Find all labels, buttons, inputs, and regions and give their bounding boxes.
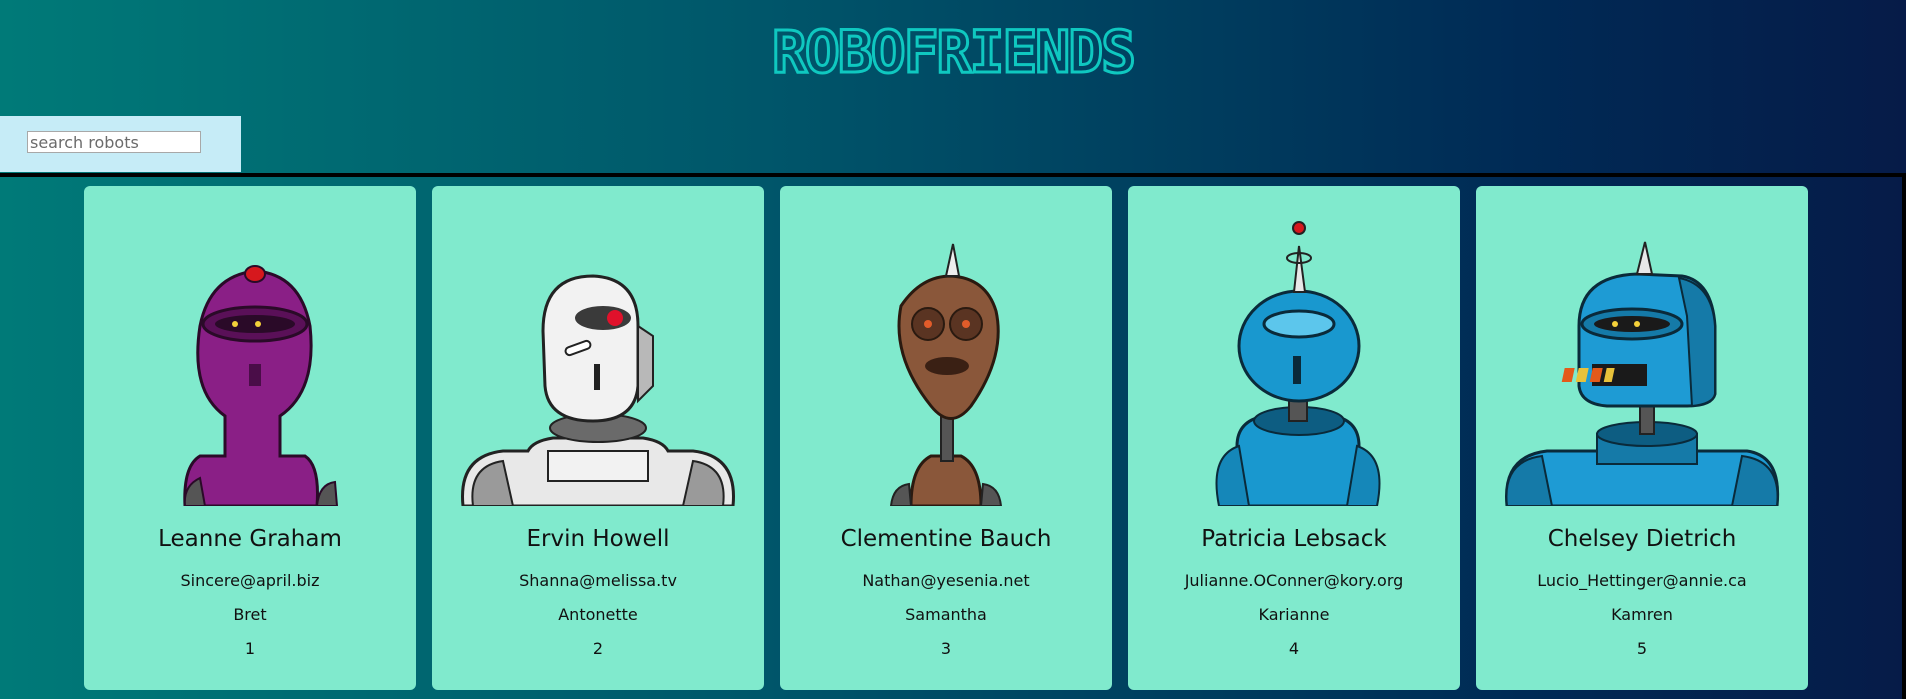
robot-email: Shanna@melissa.tv bbox=[519, 571, 677, 590]
robot-avatar-blue bbox=[1215, 221, 1381, 506]
robot-id: 5 bbox=[1636, 639, 1648, 658]
robot-username: Antonette bbox=[558, 605, 638, 624]
robot-email: Julianne.OConner@kory.org bbox=[1184, 571, 1404, 590]
robot-username: Kamren bbox=[1611, 605, 1673, 624]
app-title-text: ROBOFRIENDS bbox=[772, 22, 1134, 82]
robot-id: 3 bbox=[940, 639, 952, 658]
robot-avatar-brown bbox=[889, 243, 1003, 506]
robot-name: Ervin Howell bbox=[526, 526, 670, 552]
robot-name: Chelsey Dietrich bbox=[1547, 526, 1737, 552]
robot-card[interactable]: Ervin Howell Shanna@melissa.tv Antonette… bbox=[432, 186, 764, 690]
robot-avatar-purple bbox=[183, 265, 339, 506]
robot-card[interactable]: Chelsey Dietrich Lucio_Hettinger@annie.c… bbox=[1476, 186, 1808, 690]
robot-email: Sincere@april.biz bbox=[180, 571, 320, 590]
app-title: ROBOFRIENDS bbox=[0, 22, 1906, 92]
robot-name: Leanne Graham bbox=[158, 526, 342, 552]
robot-username: Bret bbox=[233, 605, 267, 624]
robot-email: Lucio_Hettinger@annie.ca bbox=[1537, 571, 1747, 590]
robot-card[interactable]: Clementine Bauch Nathan@yesenia.net Sama… bbox=[780, 186, 1112, 690]
robot-email: Nathan@yesenia.net bbox=[862, 571, 1030, 590]
search-panel bbox=[0, 116, 241, 172]
robot-username: Karianne bbox=[1258, 605, 1330, 624]
search-input[interactable] bbox=[27, 131, 201, 153]
robot-id: 1 bbox=[244, 639, 256, 658]
robot-card[interactable]: Patricia Lebsack Julianne.OConner@kory.o… bbox=[1128, 186, 1460, 690]
robot-id: 4 bbox=[1288, 639, 1300, 658]
robot-avatar-cyan bbox=[1505, 241, 1780, 506]
app-title-logo: ROBOFRIENDS bbox=[770, 22, 1137, 82]
robot-name: Patricia Lebsack bbox=[1201, 526, 1387, 552]
robot-card[interactable]: Leanne Graham Sincere@april.biz Bret 1 bbox=[84, 186, 416, 690]
robot-username: Samantha bbox=[905, 605, 987, 624]
robot-avatar-white bbox=[461, 274, 735, 506]
robot-name: Clementine Bauch bbox=[840, 526, 1052, 552]
robot-id: 2 bbox=[592, 639, 604, 658]
